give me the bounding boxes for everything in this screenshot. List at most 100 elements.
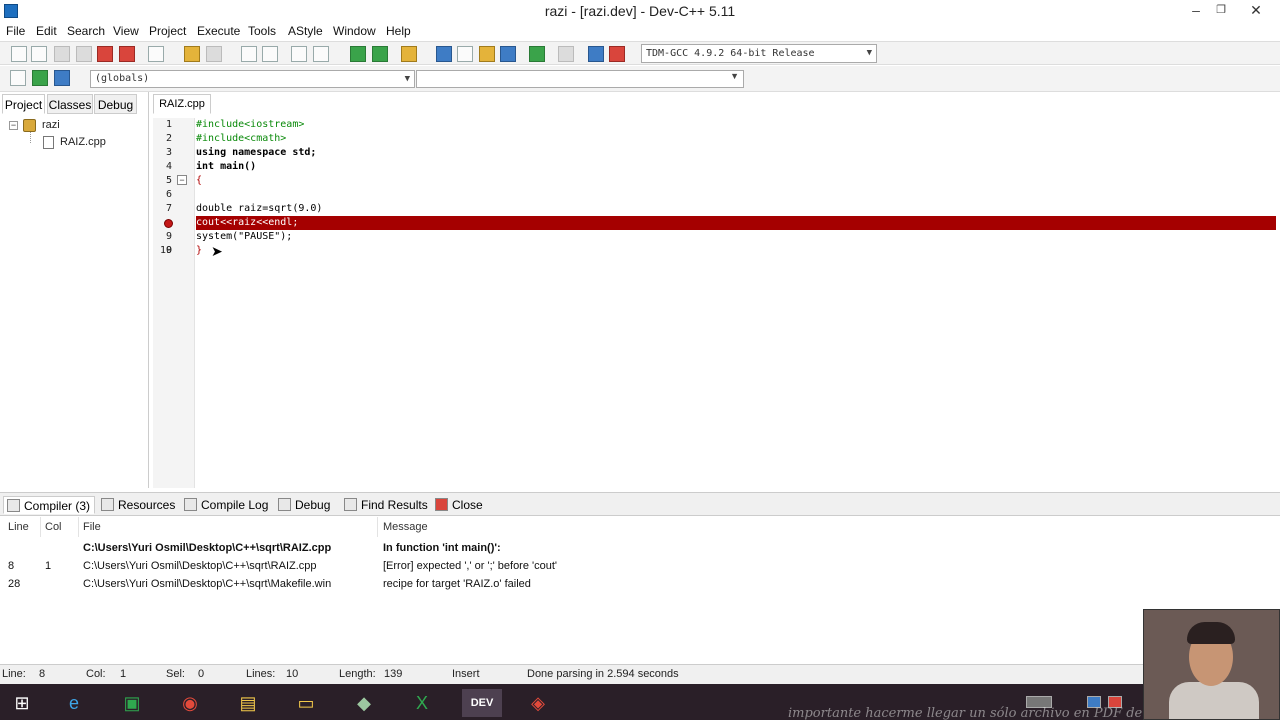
status-lines: 10 bbox=[286, 668, 299, 680]
devcpp-icon[interactable]: DEV bbox=[462, 689, 502, 717]
check-syntax-icon[interactable] bbox=[529, 46, 545, 62]
save-icon[interactable] bbox=[54, 46, 70, 62]
code-line[interactable]: system("PAUSE"); bbox=[196, 230, 292, 244]
toggle-bookmark-icon[interactable] bbox=[32, 70, 48, 86]
code-line[interactable]: using namespace std; bbox=[196, 146, 316, 160]
editor-tab[interactable]: RAIZ.cpp bbox=[153, 94, 211, 114]
msg-text[interactable]: [Error] expected ',' or ';' before 'cout… bbox=[383, 560, 557, 572]
internet-explorer-icon[interactable]: e bbox=[56, 689, 92, 717]
collapse-icon[interactable]: − bbox=[9, 121, 18, 130]
msg-file[interactable]: C:\Users\Yuri Osmil\Desktop\C++\sqrt\Mak… bbox=[83, 578, 331, 590]
grid-icon[interactable] bbox=[500, 46, 516, 62]
tile-icon[interactable] bbox=[436, 46, 452, 62]
find-results-icon bbox=[344, 498, 357, 511]
tree-project-node[interactable]: razi bbox=[42, 119, 60, 131]
tool-icon[interactable]: ◈ bbox=[520, 689, 556, 717]
window-icon[interactable] bbox=[457, 46, 473, 62]
menu-project[interactable]: Project bbox=[149, 24, 186, 38]
undo-icon[interactable] bbox=[184, 46, 200, 62]
tab-compile-log[interactable]: Compile Log bbox=[181, 496, 268, 514]
menu-file[interactable]: File bbox=[6, 24, 25, 38]
tab-debug-bottom[interactable]: Debug bbox=[275, 496, 330, 514]
chrome-icon[interactable]: ◉ bbox=[172, 689, 208, 717]
class-toolbar: (globals) ▼ ▼ bbox=[0, 66, 1280, 92]
close-button[interactable]: ✕ bbox=[1242, 1, 1270, 19]
col-header-line[interactable]: Line bbox=[8, 521, 29, 533]
menu-view[interactable]: View bbox=[113, 24, 139, 38]
member-select[interactable]: ▼ bbox=[416, 70, 744, 88]
fold-icon[interactable]: − bbox=[177, 175, 187, 185]
file-explorer-icon[interactable]: ▤ bbox=[230, 689, 266, 717]
status-length-label: Length: bbox=[339, 668, 376, 680]
project-options-icon[interactable] bbox=[401, 46, 417, 62]
insert-icon[interactable] bbox=[10, 70, 26, 86]
bookmark-icon[interactable] bbox=[313, 46, 329, 62]
tab-close[interactable]: Close bbox=[432, 496, 483, 514]
excel-icon[interactable]: X bbox=[404, 689, 440, 717]
code-line[interactable]: { bbox=[196, 174, 202, 188]
code-line[interactable]: } bbox=[196, 244, 202, 258]
msg-col: 1 bbox=[45, 560, 52, 572]
code-line[interactable]: #include<cmath> bbox=[196, 132, 286, 146]
print-icon[interactable] bbox=[148, 46, 164, 62]
menu-window[interactable]: Window bbox=[333, 24, 376, 38]
close-file-icon[interactable] bbox=[97, 46, 113, 62]
line-number: 6 bbox=[165, 189, 172, 200]
bottom-tab-bar: Compiler (3) Resources Compile Log Debug… bbox=[0, 492, 1280, 516]
stop-icon[interactable] bbox=[558, 46, 574, 62]
menu-edit[interactable]: Edit bbox=[36, 24, 57, 38]
redo-icon[interactable] bbox=[206, 46, 222, 62]
replace-icon[interactable] bbox=[262, 46, 278, 62]
devcpp-window: razi - [razi.dev] - Dev-C++ 5.11 – ❐ ✕ F… bbox=[0, 0, 1280, 720]
tab-debug[interactable]: Debug bbox=[94, 94, 137, 114]
new-file-icon[interactable] bbox=[11, 46, 27, 62]
maximize-button[interactable]: ❐ bbox=[1207, 1, 1235, 19]
msg-text[interactable]: In function 'int main()': bbox=[383, 542, 501, 554]
col-header-file[interactable]: File bbox=[83, 521, 101, 533]
title-bar: razi - [razi.dev] - Dev-C++ 5.11 – ❐ ✕ bbox=[0, 0, 1280, 22]
minimize-button[interactable]: – bbox=[1182, 1, 1210, 19]
find-icon[interactable] bbox=[241, 46, 257, 62]
col-header-col[interactable]: Col bbox=[45, 521, 62, 533]
msg-file[interactable]: C:\Users\Yuri Osmil\Desktop\C++\sqrt\RAI… bbox=[83, 542, 331, 554]
code-line[interactable]: #include<iostream> bbox=[196, 118, 304, 132]
menu-astyle[interactable]: AStyle bbox=[288, 24, 323, 38]
store-icon[interactable]: ▣ bbox=[114, 689, 150, 717]
tab-project[interactable]: Project bbox=[2, 94, 45, 114]
col-header-message[interactable]: Message bbox=[383, 521, 428, 533]
windows-start-icon[interactable]: ⊞ bbox=[4, 689, 40, 717]
menu-execute[interactable]: Execute bbox=[197, 24, 240, 38]
chart-icon[interactable] bbox=[588, 46, 604, 62]
tree-file-node[interactable]: RAIZ.cpp bbox=[60, 136, 106, 148]
menu-search[interactable]: Search bbox=[67, 24, 105, 38]
goto-line-icon[interactable] bbox=[291, 46, 307, 62]
msg-file[interactable]: C:\Users\Yuri Osmil\Desktop\C++\sqrt\RAI… bbox=[83, 560, 317, 572]
open-icon[interactable] bbox=[31, 46, 47, 62]
save-all-icon[interactable] bbox=[76, 46, 92, 62]
code-line-error[interactable]: cout<<raiz<<endl; bbox=[196, 216, 298, 230]
tab-compiler[interactable]: Compiler (3) bbox=[3, 496, 95, 514]
new-project-icon[interactable] bbox=[350, 46, 366, 62]
code-line[interactable]: int main() bbox=[196, 160, 256, 174]
main-toolbar: TDM-GCC 4.9.2 64-bit Release ▼ bbox=[0, 41, 1280, 65]
profile-icon[interactable] bbox=[609, 46, 625, 62]
menu-help[interactable]: Help bbox=[386, 24, 411, 38]
folder-icon[interactable]: ▭ bbox=[288, 689, 324, 717]
tab-resources[interactable]: Resources bbox=[98, 496, 175, 514]
close-all-icon[interactable] bbox=[119, 46, 135, 62]
status-lines-label: Lines: bbox=[246, 668, 276, 680]
goto-bookmark-icon[interactable] bbox=[54, 70, 70, 86]
fullscreen-icon[interactable] bbox=[479, 46, 495, 62]
tab-find-results-label: Find Results bbox=[361, 498, 428, 512]
menu-tools[interactable]: Tools bbox=[248, 24, 276, 38]
open-project-icon[interactable] bbox=[372, 46, 388, 62]
code-line[interactable]: double raiz=sqrt(9.0) bbox=[196, 202, 322, 216]
msg-text[interactable]: recipe for target 'RAIZ.o' failed bbox=[383, 578, 531, 590]
compiler-select[interactable]: TDM-GCC 4.9.2 64-bit Release ▼ bbox=[641, 44, 877, 63]
tab-classes[interactable]: Classes bbox=[47, 94, 93, 114]
app-icon[interactable]: ◆ bbox=[346, 689, 382, 717]
tab-find-results[interactable]: Find Results bbox=[341, 496, 428, 514]
line-number: 5 bbox=[165, 175, 172, 186]
scope-select[interactable]: (globals) ▼ bbox=[90, 70, 415, 88]
mouse-cursor-icon: ➤ bbox=[211, 243, 223, 259]
